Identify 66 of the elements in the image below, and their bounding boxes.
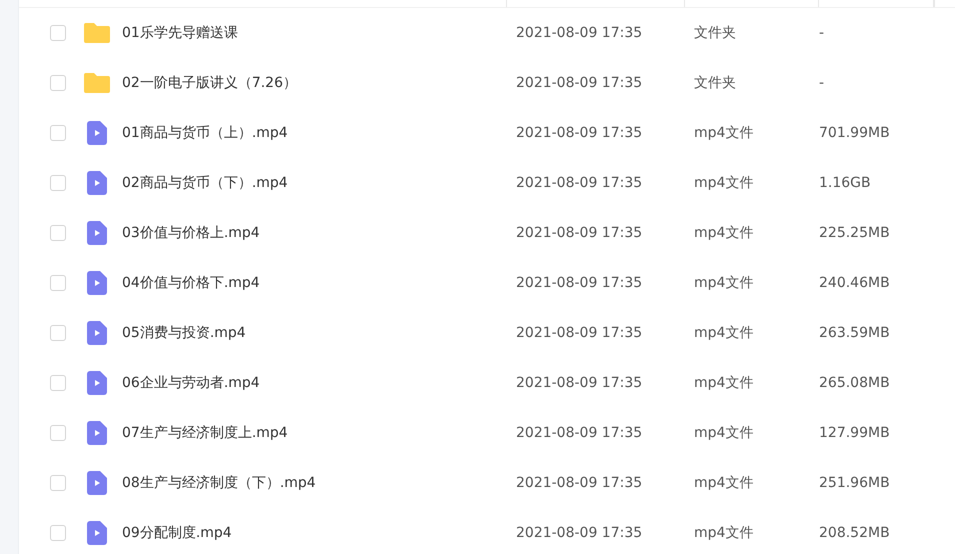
modified-date: 2021-08-09 17:35 [515, 525, 644, 541]
file-size: - [819, 25, 826, 41]
file-name[interactable]: 06企业与劳动者.mp4 [122, 374, 260, 392]
file-type: mp4文件 [694, 424, 754, 442]
folder-icon [84, 73, 110, 93]
checkbox[interactable] [50, 275, 66, 291]
file-name[interactable]: 02一阶电子版讲义（7.26） [122, 74, 297, 92]
modified-date: 2021-08-09 17:35 [515, 375, 644, 391]
modified-date: 2021-08-09 17:35 [515, 25, 644, 41]
checkbox[interactable] [50, 325, 66, 341]
file-size: 265.08MB [819, 375, 891, 391]
video-file-icon [87, 421, 107, 445]
video-file-icon [87, 521, 107, 545]
file-type: mp4文件 [694, 374, 754, 392]
file-size: 251.96MB [819, 475, 891, 491]
file-size: 127.99MB [819, 425, 891, 441]
video-file-icon [87, 371, 107, 395]
file-type: mp4文件 [694, 124, 754, 142]
file-type: mp4文件 [694, 524, 754, 542]
file-name[interactable]: 05消费与投资.mp4 [122, 324, 246, 342]
modified-date: 2021-08-09 17:35 [515, 75, 644, 91]
modified-date: 2021-08-09 17:35 [515, 425, 644, 441]
checkbox[interactable] [50, 175, 66, 191]
file-size: 701.99MB [819, 125, 891, 141]
file-name[interactable]: 07生产与经济制度上.mp4 [122, 424, 288, 442]
checkbox[interactable] [50, 425, 66, 441]
modified-date: 2021-08-09 17:35 [515, 125, 644, 141]
video-file-icon [87, 271, 107, 295]
file-type: mp4文件 [694, 474, 754, 492]
modified-date: 2021-08-09 17:35 [515, 275, 644, 291]
file-name[interactable]: 08生产与经济制度（下）.mp4 [122, 474, 316, 492]
folder-icon [84, 23, 110, 43]
video-file-icon [87, 121, 107, 145]
checkbox[interactable] [50, 225, 66, 241]
file-type: mp4文件 [694, 174, 754, 192]
checkbox[interactable] [50, 375, 66, 391]
file-name[interactable]: 01乐学先导赠送课 [122, 24, 238, 42]
file-type: 文件夹 [694, 74, 737, 92]
file-size: 225.25MB [819, 225, 891, 241]
modified-date: 2021-08-09 17:35 [515, 475, 644, 491]
video-file-icon [87, 321, 107, 345]
checkbox[interactable] [50, 525, 66, 541]
modified-date: 2021-08-09 17:35 [515, 225, 644, 241]
file-name[interactable]: 01商品与货币（上）.mp4 [122, 124, 288, 142]
video-file-icon [87, 221, 107, 245]
checkbox[interactable] [50, 25, 66, 41]
file-type: mp4文件 [694, 274, 754, 292]
file-type: mp4文件 [694, 324, 754, 342]
modified-date: 2021-08-09 17:35 [515, 325, 644, 341]
file-size: 208.52MB [819, 525, 891, 541]
file-size: - [819, 75, 826, 91]
file-name[interactable]: 09分配制度.mp4 [122, 524, 232, 542]
video-file-icon [87, 471, 107, 495]
video-file-icon [87, 171, 107, 195]
file-type: 文件夹 [694, 24, 737, 42]
file-size: 263.59MB [819, 325, 891, 341]
file-name[interactable]: 02商品与货币（下）.mp4 [122, 174, 288, 192]
file-size: 240.46MB [819, 275, 891, 291]
file-name[interactable]: 04价值与价格下.mp4 [122, 274, 260, 292]
checkbox[interactable] [50, 475, 66, 491]
file-name[interactable]: 03价值与价格上.mp4 [122, 224, 260, 242]
modified-date: 2021-08-09 17:35 [515, 175, 644, 191]
checkbox[interactable] [50, 125, 66, 141]
checkbox[interactable] [50, 75, 66, 91]
file-type: mp4文件 [694, 224, 754, 242]
file-size: 1.16GB [819, 175, 872, 191]
